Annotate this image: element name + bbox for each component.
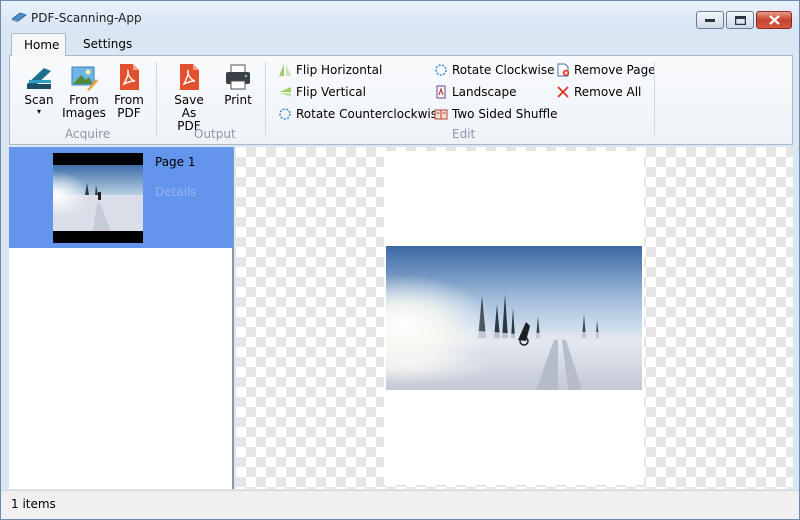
scan-label: Scan: [24, 93, 54, 107]
status-bar: 1 items: [1, 490, 799, 519]
window-title: PDF-Scanning-App: [31, 11, 142, 25]
tab-home[interactable]: Home: [11, 33, 66, 56]
acquire-group-label: Acquire: [65, 127, 111, 141]
image-icon: [71, 66, 98, 91]
scanner-icon: [27, 68, 51, 89]
items-count: 1 items: [11, 497, 56, 511]
rotate-ccw-icon: [279, 108, 291, 120]
page-preview-area[interactable]: [236, 147, 793, 489]
list-item[interactable]: Page 1 Details: [9, 147, 233, 248]
scan-button[interactable]: Scan ▾: [20, 62, 58, 117]
app-window: PDF-Scanning-App Home Settings Scan ▾ Fr…: [0, 0, 800, 520]
group-separator: [654, 62, 655, 136]
minimize-button[interactable]: [696, 11, 724, 29]
save-as-pdf-button[interactable]: Save As PDF: [166, 62, 212, 133]
print-label: Print: [224, 93, 252, 107]
rotate-cw-icon: [435, 64, 447, 76]
two-sided-shuffle-button[interactable]: Two Sided Shuffle: [434, 105, 558, 123]
printer-icon: [226, 64, 250, 90]
page-canvas: [384, 151, 644, 485]
pdf-icon: [120, 64, 139, 90]
maximize-button[interactable]: [726, 11, 754, 29]
flip-horizontal-label: Flip Horizontal: [296, 63, 383, 77]
page-details-link[interactable]: Details: [155, 185, 197, 199]
from-images-button[interactable]: From Images: [62, 62, 106, 120]
landscape-label: Landscape: [452, 85, 517, 99]
page-thumbnail: [53, 153, 143, 243]
close-button[interactable]: [756, 11, 792, 29]
tab-settings[interactable]: Settings: [71, 33, 141, 56]
from-pdf-button[interactable]: From PDF: [110, 62, 148, 120]
rotate-clockwise-button[interactable]: Rotate Clockwise: [434, 61, 555, 79]
remove-page-label: Remove Page: [574, 63, 656, 77]
landscape-button[interactable]: Landscape: [434, 83, 516, 101]
from-pdf-label: From PDF: [114, 93, 144, 120]
close-icon: [768, 15, 780, 25]
rotate-counterclockwise-button[interactable]: Rotate Counterclockwise: [278, 105, 444, 123]
snow-photo-thumbnail: [53, 153, 143, 243]
maximize-icon: [734, 15, 746, 25]
remove-all-icon: [557, 86, 569, 98]
page-photo: [386, 246, 642, 390]
output-group-label: Output: [194, 127, 236, 141]
app-icon: [11, 12, 27, 23]
flip-vertical-label: Flip Vertical: [296, 85, 366, 99]
shuffle-icon: [434, 109, 448, 120]
snow-landscape-image: [386, 246, 642, 390]
print-button[interactable]: Print: [220, 62, 256, 107]
rotate-clockwise-label: Rotate Clockwise: [452, 63, 555, 77]
title-bar[interactable]: PDF-Scanning-App: [1, 1, 799, 31]
flip-vertical-button[interactable]: Flip Vertical: [278, 83, 366, 101]
group-separator: [156, 62, 157, 136]
minimize-icon: [705, 19, 715, 22]
ribbon-tabs: Home Settings: [9, 33, 793, 56]
pages-list[interactable]: Page 1 Details: [9, 147, 234, 489]
group-separator: [265, 62, 266, 136]
flip-vertical-icon: [279, 87, 291, 97]
rotate-counterclockwise-label: Rotate Counterclockwise: [296, 107, 445, 121]
pdf-icon: [180, 64, 199, 90]
remove-all-label: Remove All: [574, 85, 642, 99]
dropdown-arrow-icon: ▾: [36, 107, 41, 116]
remove-page-button[interactable]: Remove Page: [556, 61, 656, 79]
remove-all-button[interactable]: Remove All: [556, 83, 641, 101]
edit-group-label: Edit: [452, 127, 476, 141]
remove-page-icon: [557, 63, 570, 77]
two-sided-shuffle-label: Two Sided Shuffle: [452, 107, 558, 121]
flip-horizontal-button[interactable]: Flip Horizontal: [278, 61, 382, 79]
ribbon-panel: Scan ▾ From Images From PDF Acquire Save…: [9, 55, 793, 145]
flip-horizontal-icon: [279, 64, 291, 76]
page-label: Page 1: [155, 155, 196, 169]
from-images-label: From Images: [62, 93, 106, 120]
landscape-icon: [436, 85, 446, 99]
